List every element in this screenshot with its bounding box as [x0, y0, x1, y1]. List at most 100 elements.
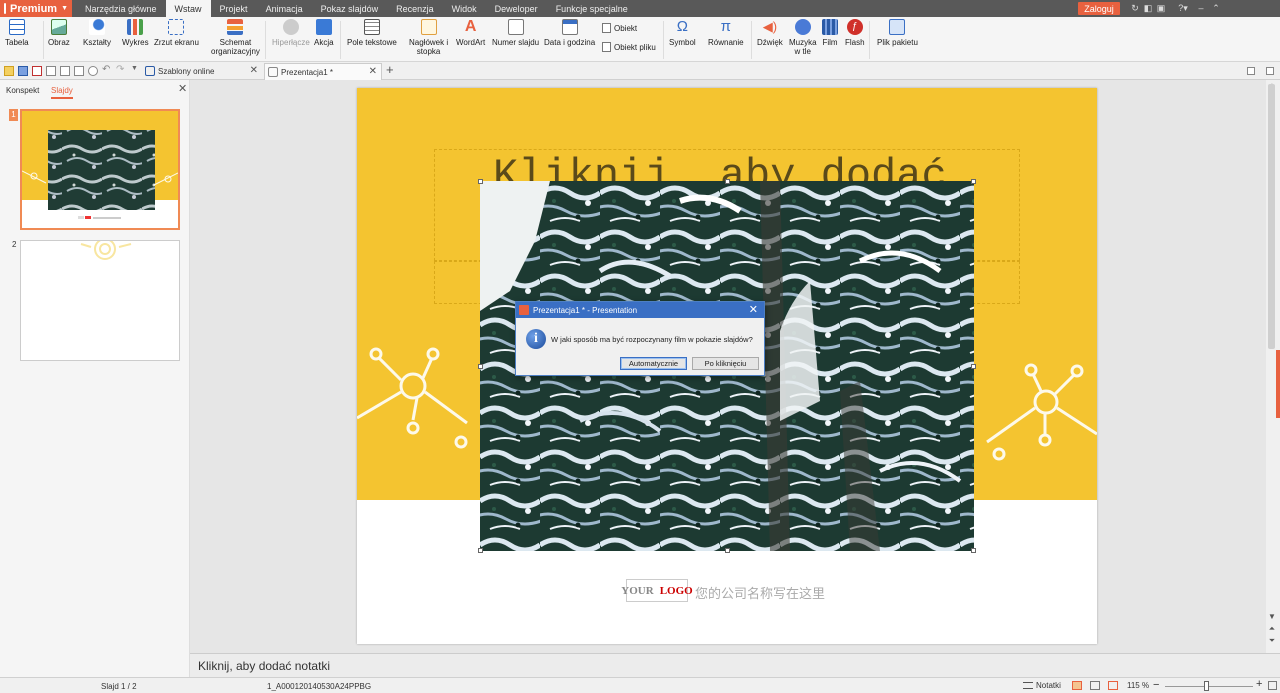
export-pdf-icon[interactable] [32, 66, 42, 76]
maximize-pane-icon[interactable] [1266, 67, 1274, 75]
premium-menu-button[interactable]: Premium ▼ [0, 0, 72, 17]
action-icon [315, 19, 332, 35]
restore-pane-icon[interactable] [1247, 67, 1255, 75]
date-time-button[interactable]: Data i godzina [544, 19, 595, 47]
minimize-icon[interactable]: – [1196, 3, 1206, 13]
equation-button[interactable]: π Równanie [708, 19, 744, 48]
chart-button[interactable]: Wykres [122, 19, 149, 47]
notes-placeholder: Kliknij, aby dodać notatki [198, 658, 331, 673]
shapes-button[interactable]: Kształty [83, 19, 111, 47]
table-button[interactable]: Tabela [5, 19, 29, 47]
tab-special-features[interactable]: Funkcje specjalne [547, 0, 637, 17]
smartart-button[interactable]: Schemat organizacyjny [211, 19, 260, 56]
tab-home[interactable]: Narzędzia główne [76, 0, 166, 17]
object-button[interactable]: Obiekt [602, 23, 637, 33]
hyperlink-button[interactable]: Hiperłącze [272, 19, 310, 47]
shirt-icon[interactable]: ▣ [1156, 3, 1166, 13]
resize-handle[interactable] [478, 364, 483, 369]
tab-developer[interactable]: Deweloper [486, 0, 547, 17]
info-icon: i [526, 329, 546, 349]
tab-online-templates[interactable]: Szablony online ✕ [142, 63, 262, 80]
flash-button[interactable]: ƒ Flash [845, 19, 865, 47]
scroll-down-icon[interactable]: ▼ [1266, 612, 1278, 621]
notes-pane[interactable]: Kliknij, aby dodać notatki [190, 653, 1280, 677]
close-icon[interactable]: ✕ [749, 303, 758, 316]
open-icon[interactable] [4, 66, 14, 76]
save-icon[interactable] [18, 66, 28, 76]
zoom-out-icon[interactable]: − [1153, 679, 1159, 691]
tab-outline[interactable]: Konspekt [6, 86, 39, 95]
resize-handle[interactable] [971, 364, 976, 369]
calendar-icon [561, 19, 578, 35]
zoom-slider-thumb[interactable] [1203, 681, 1209, 691]
resize-handle[interactable] [478, 548, 483, 553]
login-button[interactable]: Zaloguj [1078, 2, 1120, 15]
notes-toggle-button[interactable]: Notatki [1023, 681, 1061, 690]
customize-dropdown-icon[interactable]: ▼ [131, 65, 138, 72]
resize-handle[interactable] [478, 179, 483, 184]
help-icon[interactable]: ?▾ [1176, 3, 1190, 13]
redo-icon[interactable]: ↷ [116, 64, 124, 75]
premium-label: Premium [10, 2, 58, 15]
tab-slideshow[interactable]: Pokaz slajdów [312, 0, 388, 17]
slide-sorter-icon[interactable] [1090, 681, 1100, 690]
resize-handle[interactable] [725, 179, 730, 184]
object-file-button[interactable]: Obiekt pliku [602, 42, 656, 52]
screenshot-button[interactable]: Zrzut ekranu [154, 19, 199, 47]
tab-insert[interactable]: Wstaw [165, 0, 211, 17]
spell-check-icon[interactable] [74, 66, 84, 76]
resize-handle[interactable] [725, 548, 730, 553]
film-button[interactable]: Film [822, 19, 838, 47]
zoom-in-icon[interactable]: + [1256, 678, 1262, 690]
refresh-icon[interactable]: ↻ [1130, 3, 1140, 13]
undo-icon[interactable]: ↶ [102, 64, 110, 75]
object-icon [602, 23, 611, 33]
zoom-slider[interactable] [1165, 686, 1253, 687]
action-button[interactable]: Akcja [314, 19, 334, 47]
next-slide-icon[interactable]: ⏷ [1266, 636, 1278, 646]
scrollbar-thumb[interactable] [1268, 84, 1275, 349]
symbol-label: Symbol [669, 38, 696, 47]
previous-slide-icon[interactable]: ⏶ [1266, 624, 1278, 634]
dialog-titlebar[interactable]: Prezentacja1 * - Presentation ✕ [516, 302, 764, 318]
side-panel-toggle[interactable] [1276, 350, 1280, 418]
background-music-button[interactable]: Muzyka w tle [789, 19, 817, 56]
package-file-button[interactable]: Plik pakietu [877, 19, 918, 47]
print-icon[interactable] [46, 66, 56, 76]
tab-presentation1[interactable]: Prezentacja1 * ✕ [264, 63, 382, 80]
tab-view[interactable]: Widok [443, 0, 486, 17]
symbol-button[interactable]: Ω Symbol [669, 18, 696, 48]
tab-slides[interactable]: Slajdy [51, 86, 73, 99]
omega-icon: Ω [676, 18, 688, 35]
slide-number-label: Numer slajdu [492, 38, 540, 47]
slide-thumbnail-1[interactable] [20, 109, 180, 230]
normal-view-icon[interactable] [1072, 681, 1082, 690]
slideshow-icon[interactable] [1108, 681, 1118, 690]
separator [340, 21, 341, 59]
header-footer-button[interactable]: Nagłówek i stopka [409, 19, 448, 56]
automatic-button[interactable]: Automatycznie [620, 357, 687, 370]
skin-icon[interactable]: ◧ [1143, 3, 1153, 13]
close-icon[interactable]: ✕ [250, 65, 258, 76]
textbox-button[interactable]: Pole tekstowe [347, 19, 397, 47]
ribbon-toggle-icon[interactable]: ⌃ [1211, 3, 1221, 13]
wordart-button[interactable]: A WordArt [456, 19, 485, 48]
slide-thumbnail-2[interactable] [20, 240, 180, 361]
tab-review[interactable]: Recenzja [387, 0, 443, 17]
resize-handle[interactable] [971, 548, 976, 553]
on-click-button[interactable]: Po kliknięciu [692, 357, 759, 370]
format-painter-icon[interactable] [88, 66, 98, 76]
picture-button[interactable]: Obraz [48, 19, 70, 47]
shapes-label: Kształty [83, 38, 112, 47]
print-preview-icon[interactable] [60, 66, 70, 76]
close-icon[interactable]: ✕ [369, 66, 377, 77]
slide-number-button[interactable]: Numer slajdu [492, 19, 539, 47]
resize-handle[interactable] [971, 179, 976, 184]
close-icon[interactable]: ✕ [178, 82, 187, 95]
new-tab-icon[interactable]: + [386, 62, 394, 77]
tab-animation[interactable]: Animacja [257, 0, 312, 17]
sound-button[interactable]: ◀) Dźwięk [757, 19, 783, 47]
fit-window-icon[interactable] [1268, 681, 1277, 690]
tab-design[interactable]: Projekt [211, 0, 257, 17]
decorative-molecule-left [357, 347, 468, 449]
